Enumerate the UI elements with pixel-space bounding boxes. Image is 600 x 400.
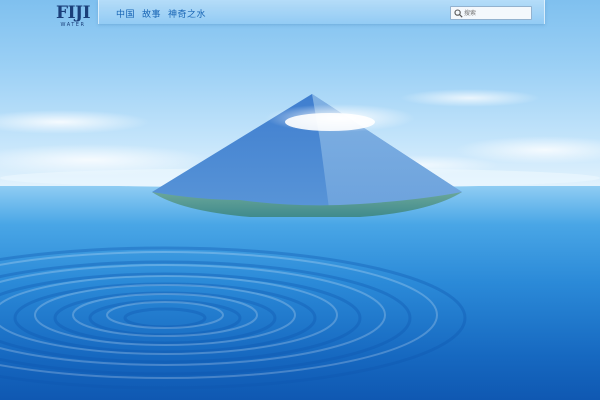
hero-illustration [0, 89, 600, 390]
search-icon[interactable] [454, 9, 463, 18]
top-navigation: 中国 故事 神奇之水 [98, 0, 545, 24]
brand-tagline: WATER [60, 22, 86, 28]
brand-name: FIJI [56, 3, 91, 23]
nav-link-story[interactable]: 故事 [142, 7, 161, 20]
search-box[interactable] [450, 6, 532, 20]
nav-link-china[interactable]: 中国 [116, 7, 135, 20]
brand-logo[interactable]: FIJI WATER [56, 3, 91, 29]
nav-link-magic-water[interactable]: 神奇之水 [168, 7, 206, 20]
search-input[interactable] [464, 7, 528, 19]
hero-background [0, 0, 600, 400]
